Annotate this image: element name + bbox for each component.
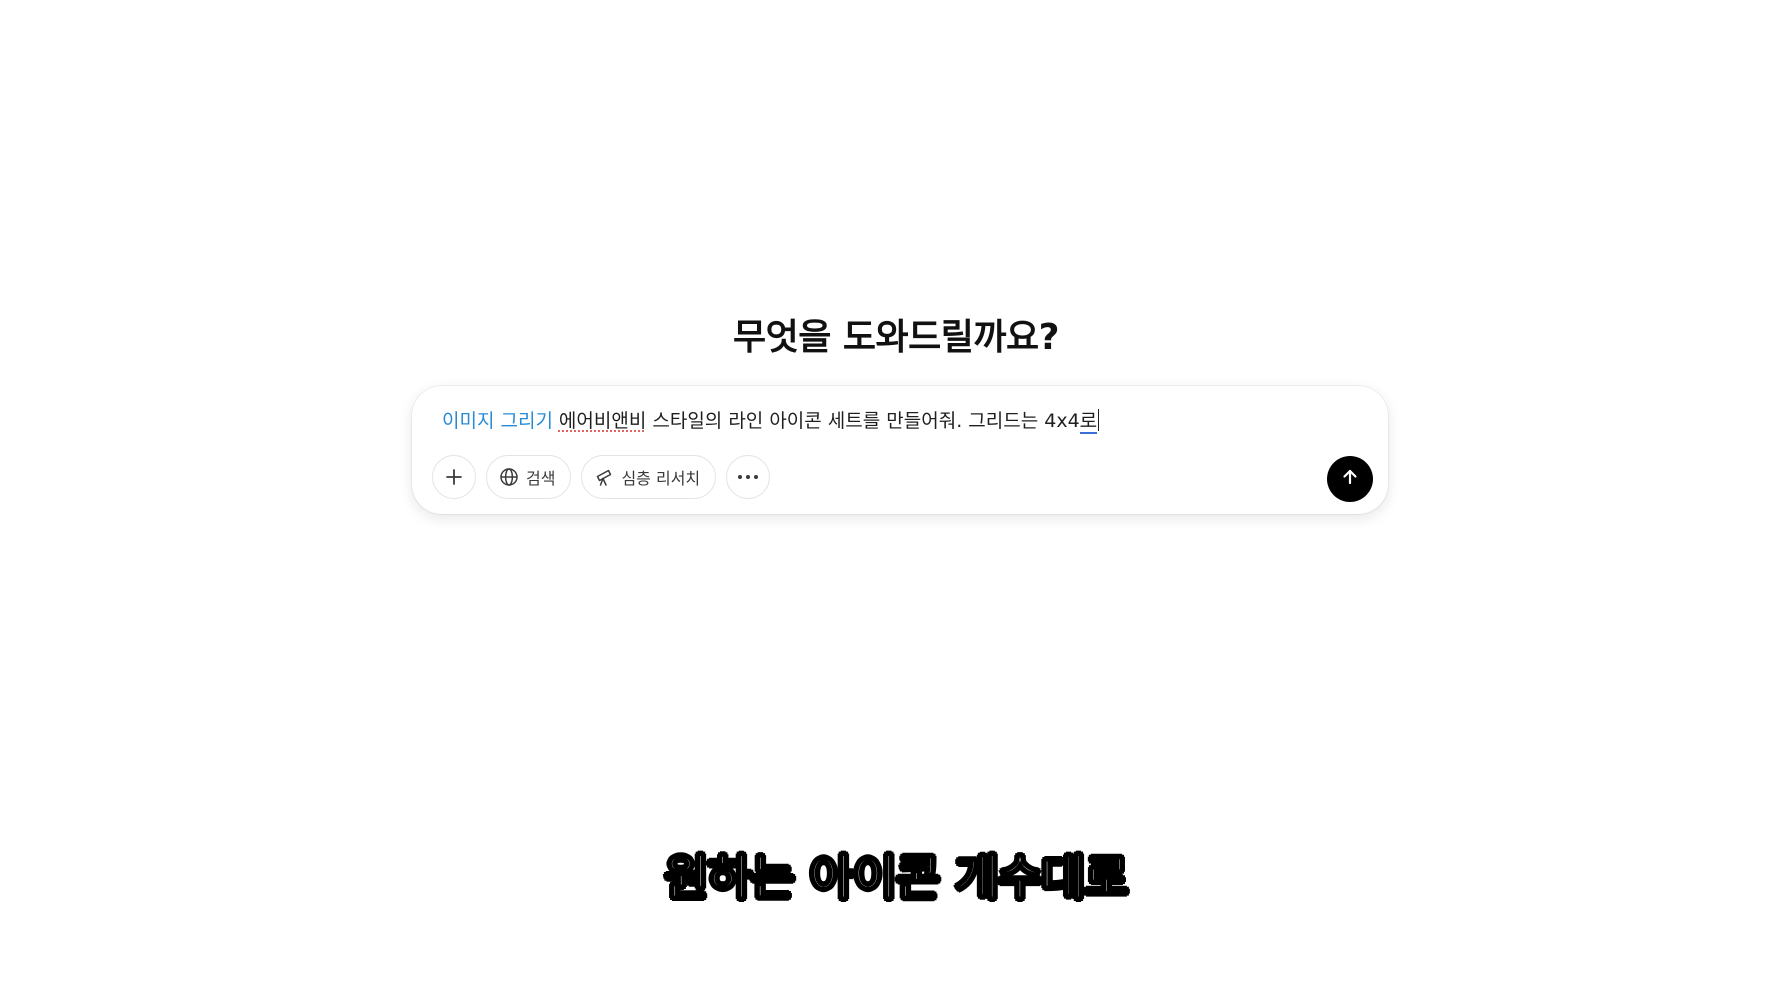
prompt-text-composing: 로	[1079, 410, 1098, 434]
page-title: 무엇을 도와드릴까요?	[733, 317, 1060, 358]
mode-tag-image[interactable]: 이미지 그리기	[442, 410, 553, 432]
composer-toolbar: 검색 심층 리서치	[432, 455, 771, 499]
add-button[interactable]	[432, 455, 476, 499]
more-options-button[interactable]	[726, 455, 771, 499]
deep-research-button[interactable]: 심층 리서치	[581, 455, 717, 499]
search-button[interactable]: 검색	[486, 455, 572, 499]
plus-icon	[444, 467, 464, 487]
telescope-icon	[594, 467, 614, 487]
prompt-text: 스타일의 라인 아이콘 세트를 만들어줘. 그리드는 4x4	[646, 410, 1080, 432]
prompt-text-misspelled: 에어비앤비	[558, 410, 647, 432]
text-caret	[1098, 409, 1100, 431]
globe-icon	[499, 467, 519, 487]
deep-research-label: 심층 리서치	[621, 469, 701, 488]
send-button[interactable]	[1327, 456, 1373, 502]
more-dots-icon	[737, 474, 759, 480]
page: 무엇을 도와드릴까요? 이미지 그리기 에어비앤비 스타일의 라인 아이콘 세트를…	[0, 0, 1792, 1007]
prompt-input[interactable]: 이미지 그리기 에어비앤비 스타일의 라인 아이콘 세트를 만들어줘. 그리드는 …	[442, 406, 1100, 436]
search-button-label: 검색	[526, 469, 556, 488]
video-caption: 원하는 아이콘 개수대로	[663, 849, 1129, 907]
arrow-up-icon	[1340, 467, 1360, 491]
prompt-composer[interactable]: 이미지 그리기 에어비앤비 스타일의 라인 아이콘 세트를 만들어줘. 그리드는 …	[412, 386, 1388, 514]
